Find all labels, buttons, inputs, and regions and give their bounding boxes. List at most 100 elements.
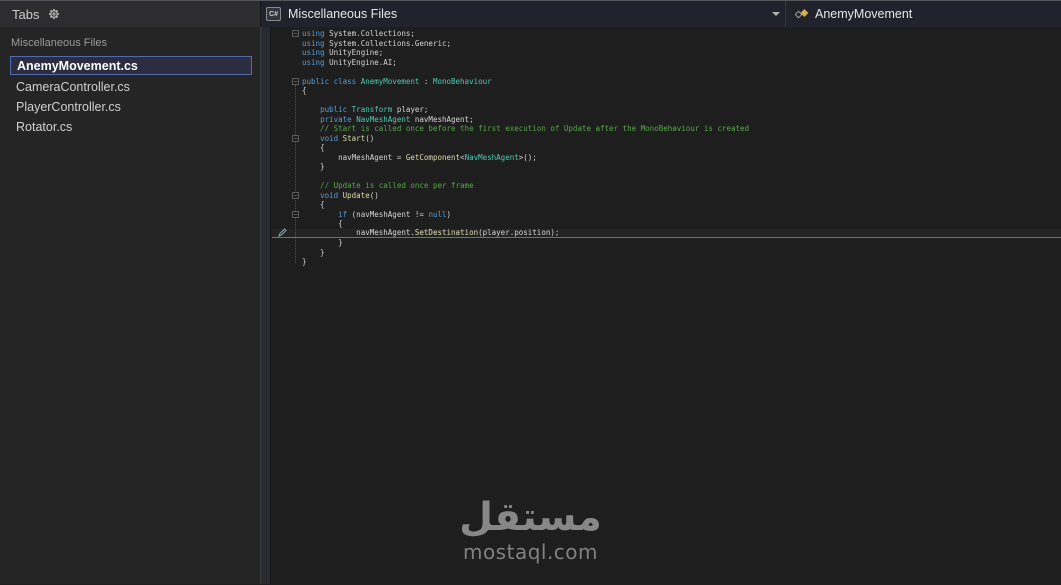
code-token: void bbox=[320, 190, 339, 200]
glyph-margin bbox=[272, 181, 292, 190]
fold-margin bbox=[292, 228, 302, 237]
glyph-margin bbox=[272, 67, 292, 76]
project-dropdown-label: Miscellaneous Files bbox=[288, 7, 398, 21]
code-line[interactable]: – using System.Collections; bbox=[272, 29, 1061, 39]
file-list-panel: Miscellaneous Files AnemyMovement.cs Came… bbox=[0, 27, 261, 584]
fold-collapse-icon[interactable]: – bbox=[292, 134, 299, 142]
fold-margin bbox=[292, 172, 302, 181]
code-line[interactable]: { bbox=[272, 143, 1061, 153]
fold-collapse-icon[interactable]: – bbox=[292, 30, 299, 38]
file-list-item[interactable]: Rotator.cs bbox=[0, 117, 260, 137]
fold-marker[interactable]: – bbox=[292, 29, 302, 38]
code-token: Start bbox=[342, 133, 366, 143]
fold-margin bbox=[292, 257, 302, 266]
code-token: { bbox=[302, 219, 343, 228]
class-icon bbox=[795, 9, 809, 19]
code-line[interactable]: // Update is called once per frame bbox=[272, 181, 1061, 191]
fold-margin bbox=[292, 115, 302, 124]
code-token: >(); bbox=[518, 152, 537, 162]
code-token: } bbox=[302, 162, 325, 171]
code-line[interactable]: } bbox=[272, 257, 1061, 267]
code-line[interactable]: navMeshAgent = GetComponent<NavMeshAgent… bbox=[272, 153, 1061, 163]
code-text: { bbox=[302, 86, 307, 96]
glyph-margin bbox=[272, 29, 292, 38]
fold-marker[interactable]: – bbox=[292, 77, 302, 86]
file-list-item[interactable]: PlayerController.cs bbox=[0, 97, 260, 117]
code-token: NavMeshAgent bbox=[356, 114, 411, 124]
project-dropdown[interactable]: C# Miscellaneous Files bbox=[261, 1, 785, 27]
code-token: using bbox=[302, 57, 325, 67]
fold-marker[interactable]: – bbox=[292, 134, 302, 143]
code-line[interactable]: – public class AnemyMovement : MonoBehavi… bbox=[272, 77, 1061, 87]
code-text: navMeshAgent.SetDestination(player.posit… bbox=[302, 228, 559, 238]
code-text: // Update is called once per frame bbox=[302, 181, 474, 191]
fold-marker[interactable]: – bbox=[292, 210, 302, 219]
glyph-margin bbox=[272, 172, 292, 181]
code-token: UnityEngine; bbox=[324, 48, 384, 57]
fold-margin bbox=[292, 124, 302, 133]
code-line[interactable]: using UnityEngine; bbox=[272, 48, 1061, 58]
code-editor[interactable]: – using System.Collections; using System.C… bbox=[261, 27, 1061, 584]
code-line[interactable]: } bbox=[272, 248, 1061, 258]
code-line[interactable]: – if (navMeshAgent != null) bbox=[272, 210, 1061, 220]
code-line[interactable]: { bbox=[272, 200, 1061, 210]
code-line[interactable]: } bbox=[272, 162, 1061, 172]
code-text: private NavMeshAgent navMeshAgent; bbox=[302, 115, 474, 125]
code-text: navMeshAgent = GetComponent<NavMeshAgent… bbox=[302, 153, 537, 163]
code-line[interactable]: { bbox=[272, 86, 1061, 96]
code-line[interactable] bbox=[272, 172, 1061, 182]
code-token: SetDestination bbox=[414, 228, 479, 237]
code-line[interactable]: } bbox=[272, 238, 1061, 248]
code-line[interactable] bbox=[272, 96, 1061, 106]
code-text: public class AnemyMovement : MonoBehavio… bbox=[302, 77, 492, 87]
glyph-margin bbox=[272, 162, 292, 171]
code-token: { bbox=[302, 143, 325, 152]
code-line[interactable]: navMeshAgent.SetDestination(player.posit… bbox=[272, 228, 1061, 238]
file-list-item[interactable]: AnemyMovement.cs bbox=[10, 56, 252, 75]
code-token: ) bbox=[446, 209, 452, 219]
glyph-margin bbox=[272, 219, 292, 228]
glyph-margin bbox=[272, 191, 292, 200]
code-text: using System.Collections.Generic; bbox=[302, 39, 451, 49]
code-token: } bbox=[302, 257, 307, 266]
chevron-down-icon[interactable] bbox=[772, 12, 780, 16]
code-line[interactable]: public Transform player; bbox=[272, 105, 1061, 115]
code-line[interactable] bbox=[272, 67, 1061, 77]
symbol-dropdown[interactable]: AnemyMovement bbox=[785, 1, 1061, 27]
code-line[interactable]: – void Update() bbox=[272, 191, 1061, 201]
code-token: } bbox=[302, 238, 343, 247]
top-bar: Tabs C# Miscellaneous Files AnemyMovemen… bbox=[0, 1, 1061, 27]
code-token: UnityEngine.AI; bbox=[324, 57, 397, 67]
code-line[interactable]: using UnityEngine.AI; bbox=[272, 58, 1061, 68]
glyph-margin bbox=[272, 200, 292, 209]
code-line[interactable]: private NavMeshAgent navMeshAgent; bbox=[272, 115, 1061, 125]
code-text: } bbox=[302, 238, 343, 248]
edit-pencil-icon bbox=[272, 228, 292, 238]
glyph-margin bbox=[272, 257, 292, 266]
fold-collapse-icon[interactable]: – bbox=[292, 191, 299, 199]
fold-collapse-icon[interactable]: – bbox=[292, 210, 299, 218]
fold-marker[interactable]: – bbox=[292, 191, 302, 200]
code-token: (player.position); bbox=[478, 228, 560, 237]
code-line[interactable]: // Start is called once before the first… bbox=[272, 124, 1061, 134]
code-line[interactable]: using System.Collections.Generic; bbox=[272, 39, 1061, 49]
fold-margin bbox=[292, 105, 302, 114]
fold-margin bbox=[292, 181, 302, 190]
code-token: player; bbox=[392, 105, 429, 114]
fold-collapse-icon[interactable]: – bbox=[292, 77, 299, 85]
code-text: using UnityEngine.AI; bbox=[302, 58, 397, 68]
indicator-margin bbox=[261, 27, 271, 584]
code-token: AnemyMovement bbox=[360, 76, 420, 86]
code-token: // Start is called once before the first… bbox=[302, 124, 750, 133]
file-list-item[interactable]: CameraController.cs bbox=[0, 77, 260, 97]
symbol-dropdown-label: AnemyMovement bbox=[815, 7, 913, 21]
code-token: class bbox=[333, 76, 357, 86]
code-line[interactable]: – void Start() bbox=[272, 134, 1061, 144]
glyph-margin bbox=[272, 143, 292, 152]
gear-icon[interactable] bbox=[48, 8, 60, 20]
code-text: { bbox=[302, 143, 325, 153]
fold-margin bbox=[292, 238, 302, 247]
fold-margin bbox=[292, 48, 302, 57]
